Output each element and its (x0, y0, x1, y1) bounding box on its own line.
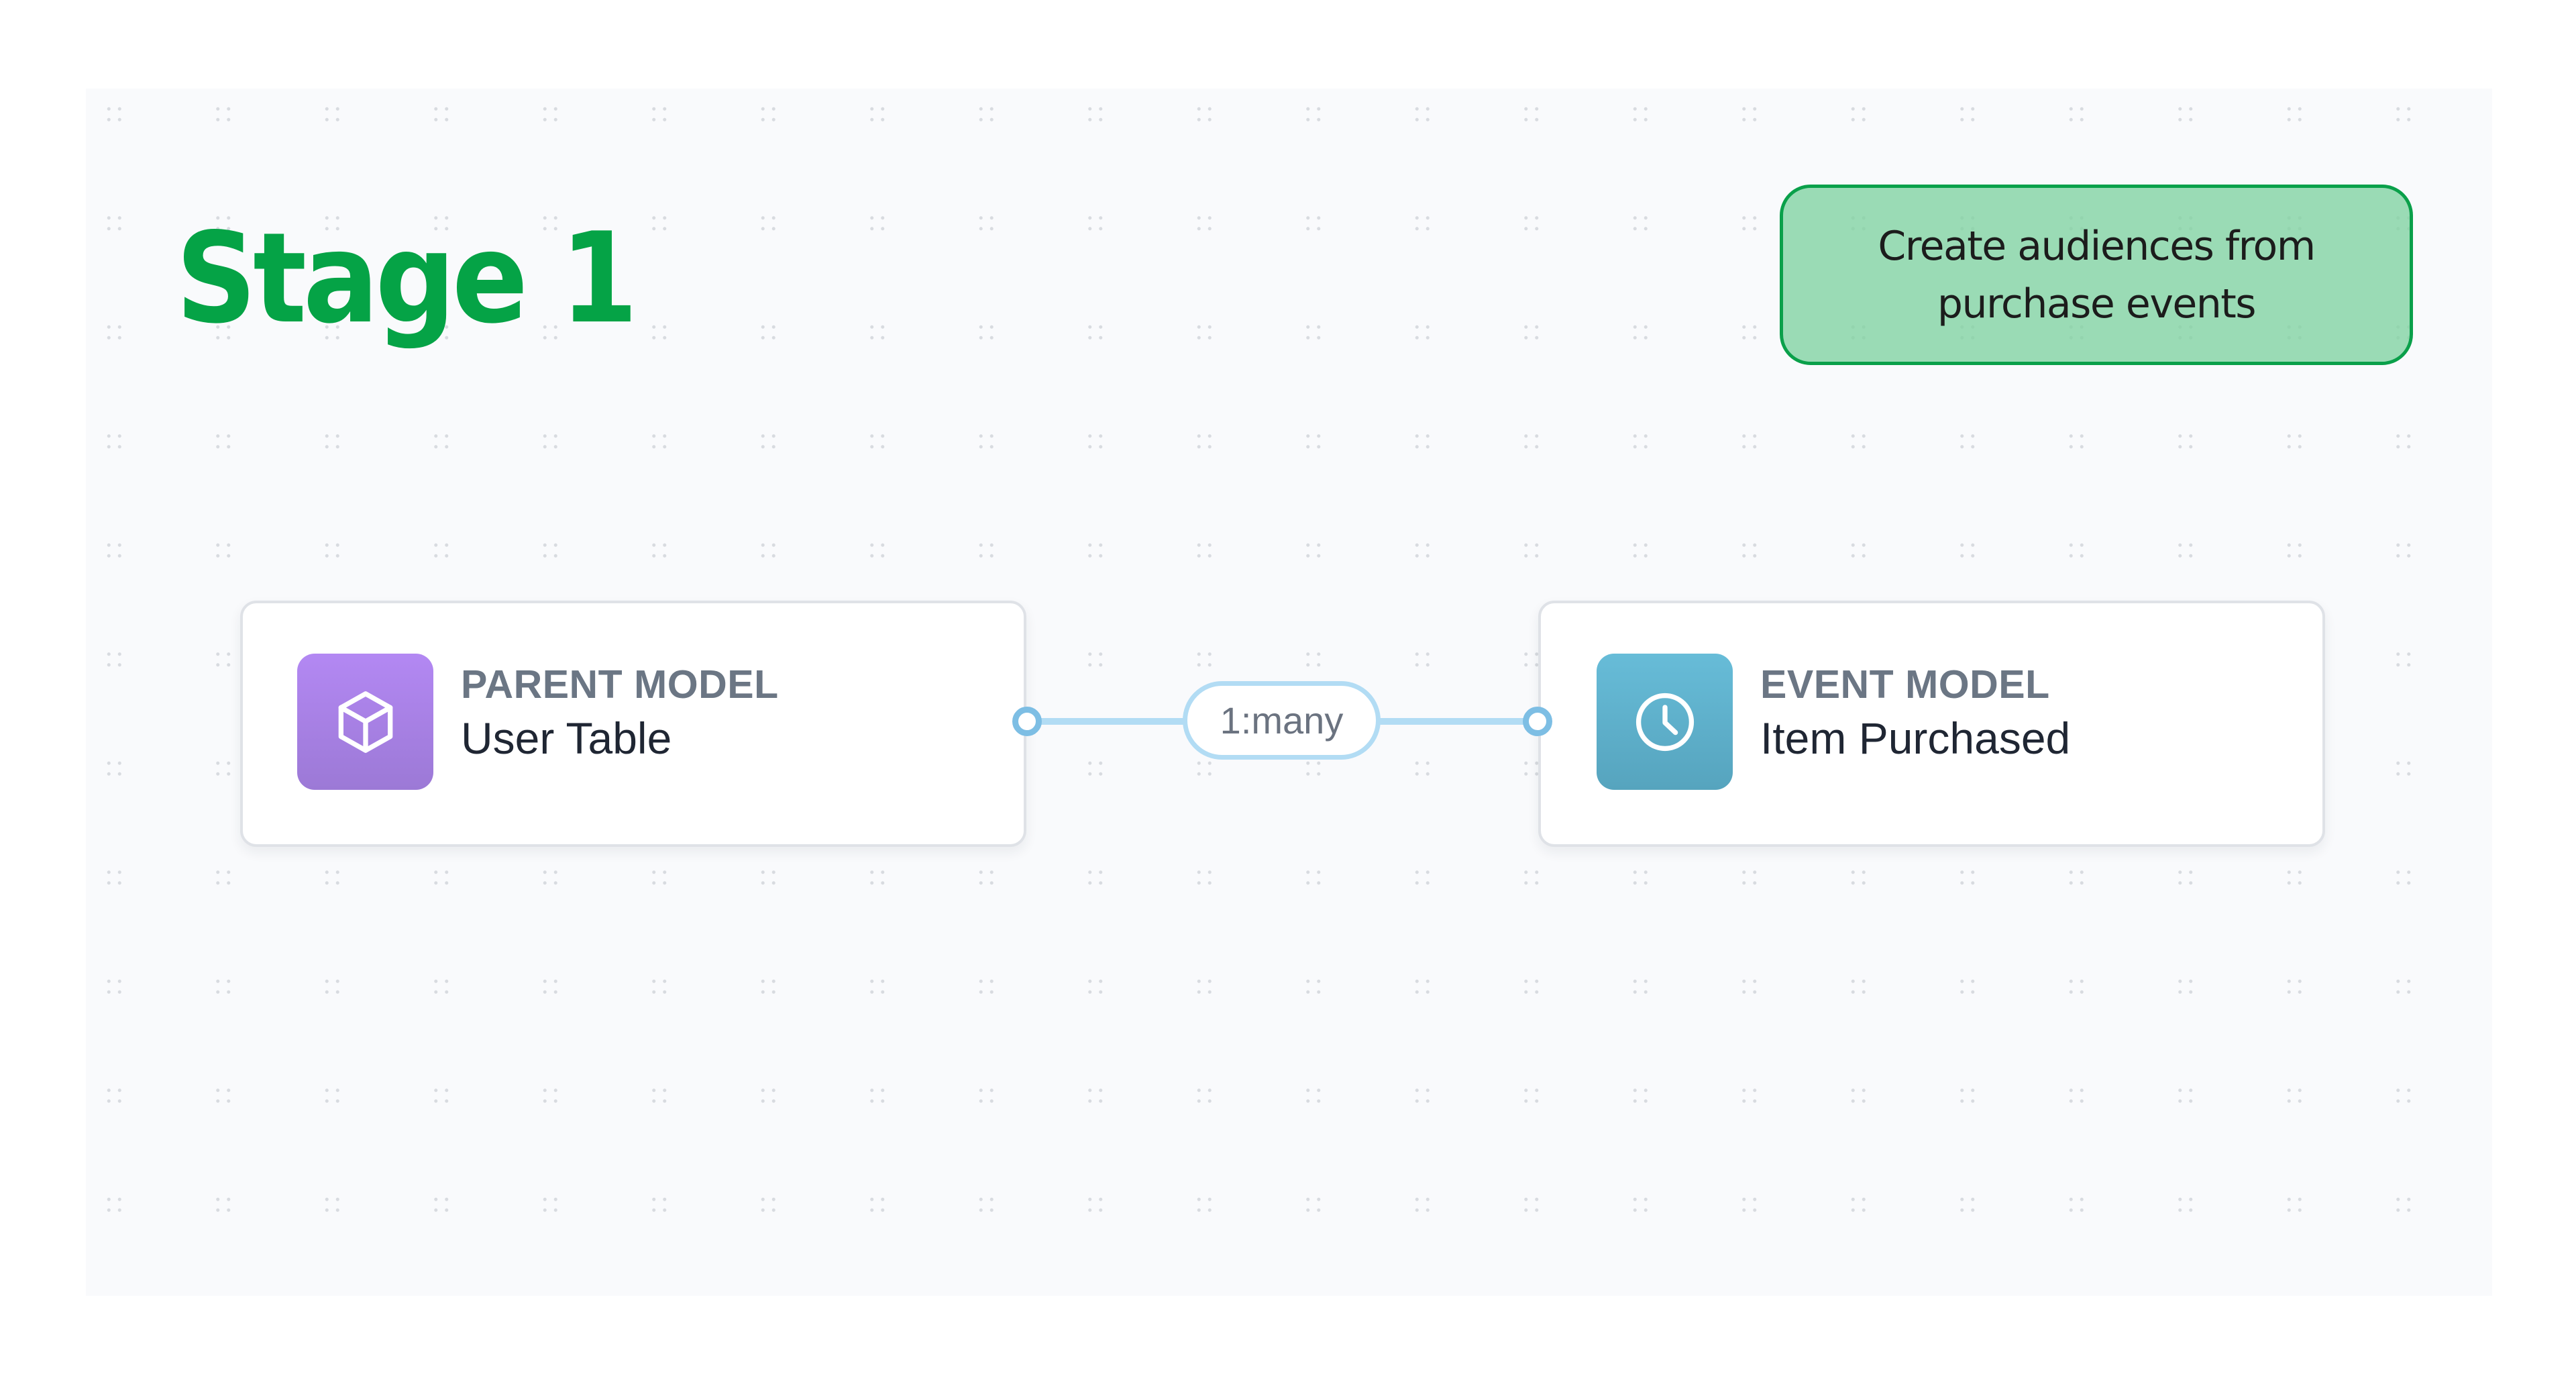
cube-icon (297, 654, 433, 790)
node-name: Item Purchased (1760, 713, 2071, 763)
source-handle[interactable] (1012, 707, 1042, 736)
node-kind-label: EVENT MODEL (1760, 662, 2050, 707)
stage-title: Stage 1 (176, 205, 638, 351)
edge-label-text: 1:many (1220, 699, 1344, 742)
annotation-note-text: Create audiences from purchase events (1878, 222, 2316, 327)
clock-icon (1597, 654, 1733, 790)
annotation-note: Create audiences from purchase events (1780, 185, 2413, 365)
node-kind-label: PARENT MODEL (461, 662, 779, 707)
edge-label[interactable]: 1:many (1183, 681, 1381, 760)
event-model-node[interactable]: EVENT MODEL Item Purchased (1538, 601, 2325, 847)
target-handle[interactable] (1523, 707, 1552, 736)
parent-model-node[interactable]: PARENT MODEL User Table (240, 601, 1026, 847)
node-name: User Table (461, 713, 672, 763)
